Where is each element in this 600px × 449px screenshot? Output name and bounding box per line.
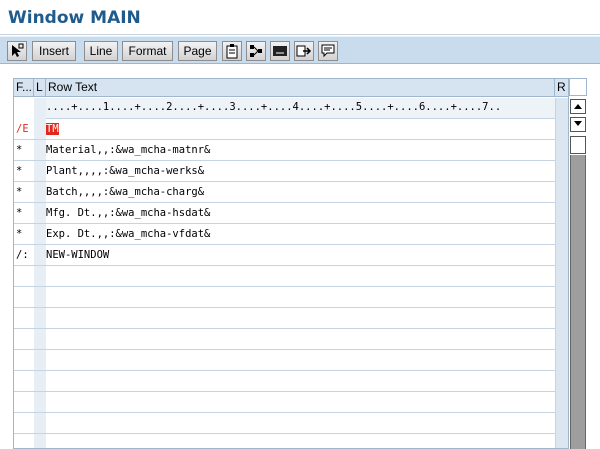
table-row[interactable] [14,308,555,329]
export-icon[interactable] [294,41,314,61]
table-row[interactable]: * Mfg. Dt.,,:&wa_mcha-hsdat& [14,203,555,224]
table-row[interactable]: * Exp. Dt.,,:&wa_mcha-vfdat& [14,224,555,245]
row-text-cell[interactable]: TM [46,123,59,135]
format-button[interactable]: Format [122,41,173,61]
table-row[interactable] [14,266,555,287]
format-column-header[interactable]: F... [14,79,34,97]
format-cell[interactable]: * [16,207,22,219]
vertical-scrollbar[interactable] [569,78,587,449]
format-cell[interactable]: * [16,186,22,198]
table-row[interactable]: * Plant,,,,:&wa_mcha-werks& [14,161,555,182]
line-column-header[interactable]: L [34,79,46,97]
comment-icon[interactable] [318,41,338,61]
row-text-cell[interactable]: Batch,,,,:&wa_mcha-charg& [46,186,204,198]
table-row[interactable] [14,329,555,350]
column-ruler: ....+....1....+....2....+....3....+....4… [46,98,555,119]
select-mode-icon[interactable] [7,41,27,61]
row-text-cell[interactable]: Material,,:&wa_mcha-matnr& [46,144,210,156]
right-column [555,98,568,448]
table-row[interactable] [14,413,555,434]
table-row[interactable] [14,371,555,392]
row-text-cell[interactable]: Mfg. Dt.,,:&wa_mcha-hsdat& [46,207,210,219]
page-button[interactable]: Page [178,41,217,61]
format-cell[interactable]: /E [16,123,29,135]
window-title: Window MAIN [8,8,141,28]
right-column-header[interactable]: R [555,79,568,97]
scroll-up-button[interactable] [570,99,586,114]
format-cell[interactable]: * [16,165,22,177]
row-text-cell[interactable]: Exp. Dt.,,:&wa_mcha-vfdat& [46,228,210,240]
line-button[interactable]: Line [84,41,118,61]
format-cell[interactable]: * [16,228,22,240]
table-row[interactable] [14,350,555,371]
text-editor-grid: F... L Row Text R ....+....1....+....2..… [13,78,569,449]
scroll-thumb[interactable] [570,136,586,154]
insert-button[interactable]: Insert [32,41,76,61]
format-cell[interactable]: * [16,144,22,156]
table-row[interactable]: /E TM [14,119,555,140]
row-text-cell[interactable]: Plant,,,,:&wa_mcha-werks& [46,165,204,177]
format-cell[interactable]: /: [16,249,29,261]
scroll-corner [569,78,587,96]
table-row[interactable]: * Material,,:&wa_mcha-matnr& [14,140,555,161]
row-text-column-header[interactable]: Row Text [46,79,555,97]
title-bar: Window MAIN [0,0,600,35]
scroll-track[interactable] [570,155,586,449]
screen-icon[interactable] [270,41,290,61]
table-row[interactable] [14,392,555,413]
scroll-down-button[interactable] [570,117,586,132]
clipboard-icon[interactable] [222,41,242,61]
toolbar: Insert Line Format Page [0,36,600,64]
structure-icon[interactable] [246,41,266,61]
table-row[interactable] [14,287,555,308]
table-row[interactable]: /: NEW-WINDOW [14,245,555,266]
row-text-cell[interactable]: NEW-WINDOW [46,249,109,261]
table-row[interactable]: * Batch,,,,:&wa_mcha-charg& [14,182,555,203]
